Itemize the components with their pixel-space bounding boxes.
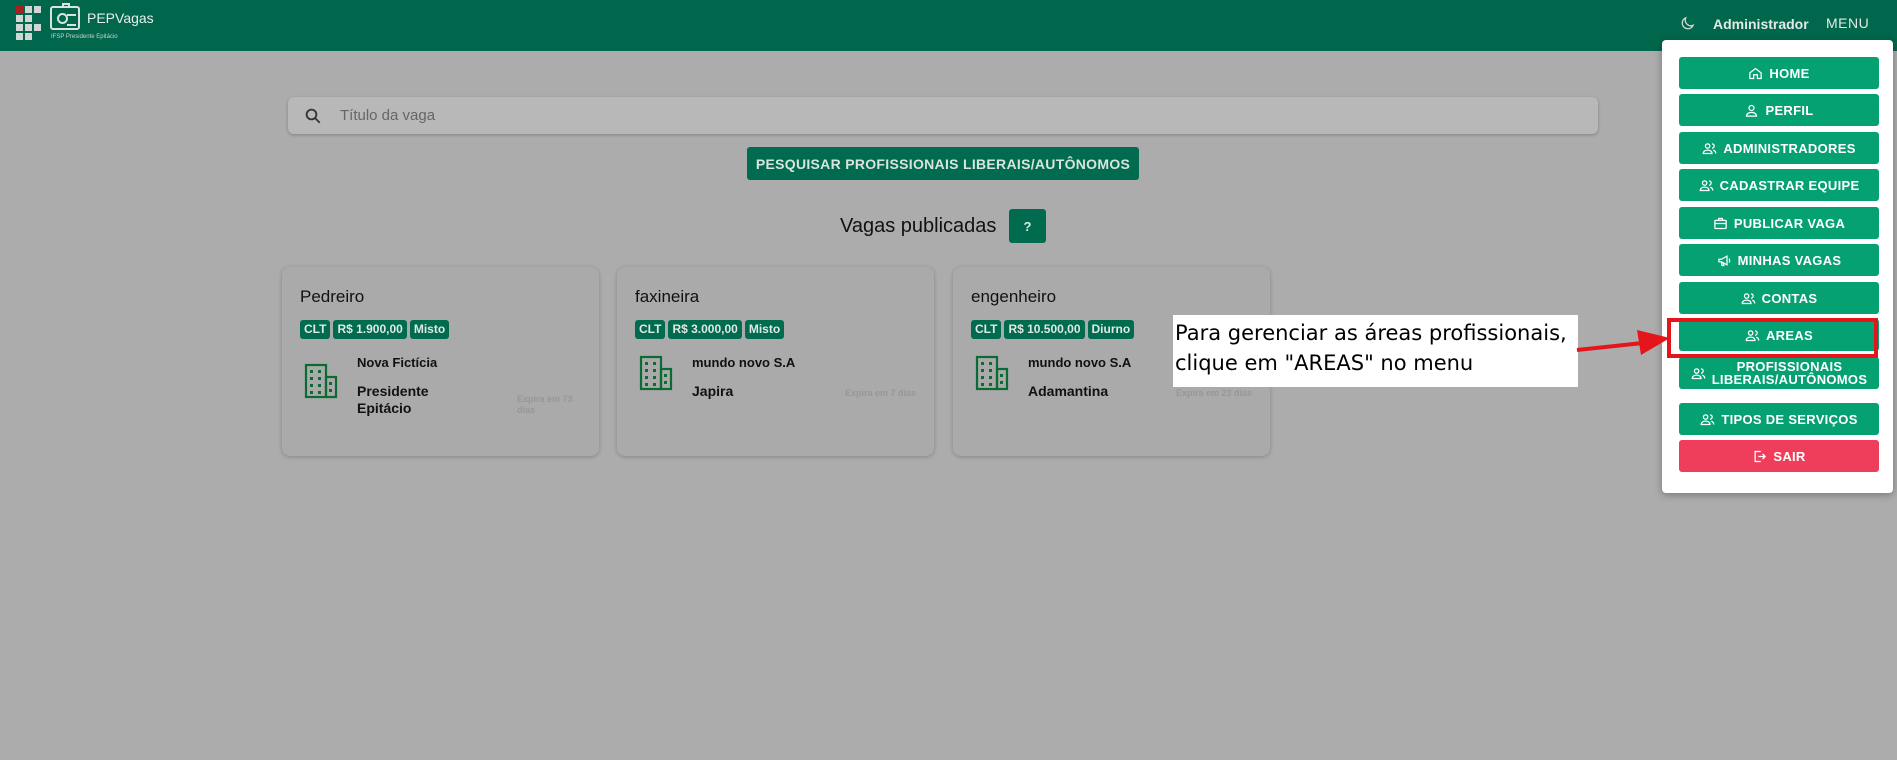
building-icon bbox=[975, 355, 1009, 391]
company-name: mundo novo S.A bbox=[692, 355, 796, 370]
section-title: Vagas publicadas bbox=[840, 215, 997, 237]
expiry-text: Expira em 73 dias bbox=[517, 394, 573, 415]
contract-tag: CLT bbox=[971, 320, 1002, 339]
badge-icon bbox=[50, 3, 80, 30]
annotation-arrow bbox=[1576, 330, 1670, 355]
menu-item-profissionais[interactable]: PROFISSIONAIS LIBERAIS/AUTÔNOMOS bbox=[1679, 357, 1879, 389]
moon-icon[interactable] bbox=[1679, 15, 1696, 32]
megaphone-icon bbox=[1717, 254, 1730, 266]
user-name[interactable]: Administrador bbox=[1713, 16, 1809, 32]
job-card[interactable]: Pedreiro CLT R$ 1.900,00 Misto Nova Fict… bbox=[282, 267, 599, 456]
menu-item-administradores[interactable]: ADMINISTRADORES bbox=[1679, 132, 1879, 164]
menu-item-sair[interactable]: SAIR bbox=[1679, 440, 1879, 472]
menu-item-home[interactable]: HOME bbox=[1679, 57, 1879, 89]
salary-tag: R$ 10.500,00 bbox=[1004, 320, 1085, 339]
menu-item-label: PUBLICAR VAGA bbox=[1733, 215, 1846, 231]
menu-item-cadastrar-equipe[interactable]: CADASTRAR EQUIPE bbox=[1679, 169, 1879, 201]
app-name[interactable]: PEPVagas bbox=[87, 10, 154, 26]
users-icon bbox=[1702, 142, 1717, 154]
expiry-text: Expira em 7 dias bbox=[844, 388, 916, 398]
users-icon bbox=[1691, 367, 1706, 379]
search-icon bbox=[305, 108, 321, 124]
annotation-callout: Para gerenciar as áreas profissionais, c… bbox=[1173, 315, 1578, 387]
salary-tag: R$ 3.000,00 bbox=[668, 320, 742, 339]
menu-item-tipos-de-servicos[interactable]: TIPOS DE SERVIÇOS bbox=[1679, 403, 1879, 435]
menu-item-label: CONTAS bbox=[1761, 290, 1818, 306]
job-card[interactable]: faxineira CLT R$ 3.000,00 Misto mundo no… bbox=[617, 267, 934, 456]
annotation-line: clique em "AREAS" no menu bbox=[1175, 351, 1474, 375]
search-bar bbox=[288, 97, 1598, 134]
shift-tag: Misto bbox=[744, 320, 785, 339]
app-subtitle: IFSP Presidente Epitácio bbox=[51, 34, 118, 40]
shift-tag: Misto bbox=[409, 320, 450, 339]
help-button[interactable]: ? bbox=[1009, 209, 1046, 243]
users-icon bbox=[1700, 413, 1715, 425]
salary-tag: R$ 1.900,00 bbox=[333, 320, 407, 339]
menu-item-label: LIBERAIS/AUTÔNOMOS bbox=[1711, 372, 1868, 387]
annotation-line: Para gerenciar as áreas profissionais, bbox=[1175, 321, 1567, 345]
users-icon bbox=[1699, 179, 1713, 191]
user-icon bbox=[1746, 104, 1758, 117]
menu-item-label: SAIR bbox=[1773, 448, 1806, 464]
building-icon bbox=[304, 363, 338, 399]
company-name: Nova Fictícia bbox=[357, 355, 438, 370]
menu-item-label: PERFIL bbox=[1765, 102, 1814, 118]
menu-item-contas[interactable]: CONTAS bbox=[1679, 282, 1879, 314]
job-city: Adamantina bbox=[1028, 383, 1109, 399]
menu-button[interactable]: MENU bbox=[1826, 15, 1869, 31]
job-city: Presidente Epitácio bbox=[357, 383, 429, 416]
menu-item-label: MINHAS VAGAS bbox=[1737, 252, 1842, 268]
nav-menu: HOME PERFIL ADMINISTRADORES CADASTRAR EQ… bbox=[1662, 40, 1893, 493]
job-title: faxineira bbox=[635, 287, 700, 306]
shift-tag: Diurno bbox=[1087, 320, 1135, 339]
menu-item-perfil[interactable]: PERFIL bbox=[1679, 94, 1879, 126]
menu-item-label: TIPOS DE SERVIÇOS bbox=[1721, 411, 1858, 427]
contract-tag: CLT bbox=[300, 320, 331, 339]
logout-icon bbox=[1754, 450, 1767, 462]
job-tags: CLT R$ 10.500,00 Diurno bbox=[971, 320, 1135, 339]
ifsp-logo[interactable] bbox=[16, 6, 43, 40]
job-title: engenheiro bbox=[971, 287, 1057, 306]
menu-item-publicar-vaga[interactable]: PUBLICAR VAGA bbox=[1679, 207, 1879, 239]
briefcase-icon bbox=[1714, 217, 1727, 229]
search-input[interactable] bbox=[340, 97, 1580, 134]
contract-tag: CLT bbox=[635, 320, 666, 339]
menu-item-label: HOME bbox=[1769, 65, 1810, 81]
menu-item-label: CADASTRAR EQUIPE bbox=[1719, 177, 1860, 193]
menu-item-label: ADMINISTRADORES bbox=[1723, 140, 1856, 156]
job-title: Pedreiro bbox=[300, 287, 365, 306]
job-city: Japira bbox=[692, 383, 734, 399]
users-icon bbox=[1741, 292, 1755, 304]
home-icon bbox=[1749, 67, 1763, 79]
building-icon bbox=[639, 355, 673, 391]
annotation-highlight bbox=[1667, 318, 1878, 358]
app-header: PEPVagas IFSP Presidente Epitácio Admini… bbox=[0, 0, 1897, 51]
menu-item-minhas-vagas[interactable]: MINHAS VAGAS bbox=[1679, 244, 1879, 276]
job-tags: CLT R$ 1.900,00 Misto bbox=[300, 320, 450, 339]
search-professionals-button[interactable]: PESQUISAR PROFISSIONAIS LIBERAIS/AUTÔNOM… bbox=[747, 147, 1139, 180]
menu-item-label-group: PROFISSIONAIS LIBERAIS/AUTÔNOMOS bbox=[1712, 360, 1868, 386]
expiry-text: Expira em 23 dias bbox=[1175, 388, 1252, 398]
company-name: mundo novo S.A bbox=[1028, 355, 1132, 370]
job-tags: CLT R$ 3.000,00 Misto bbox=[635, 320, 785, 339]
